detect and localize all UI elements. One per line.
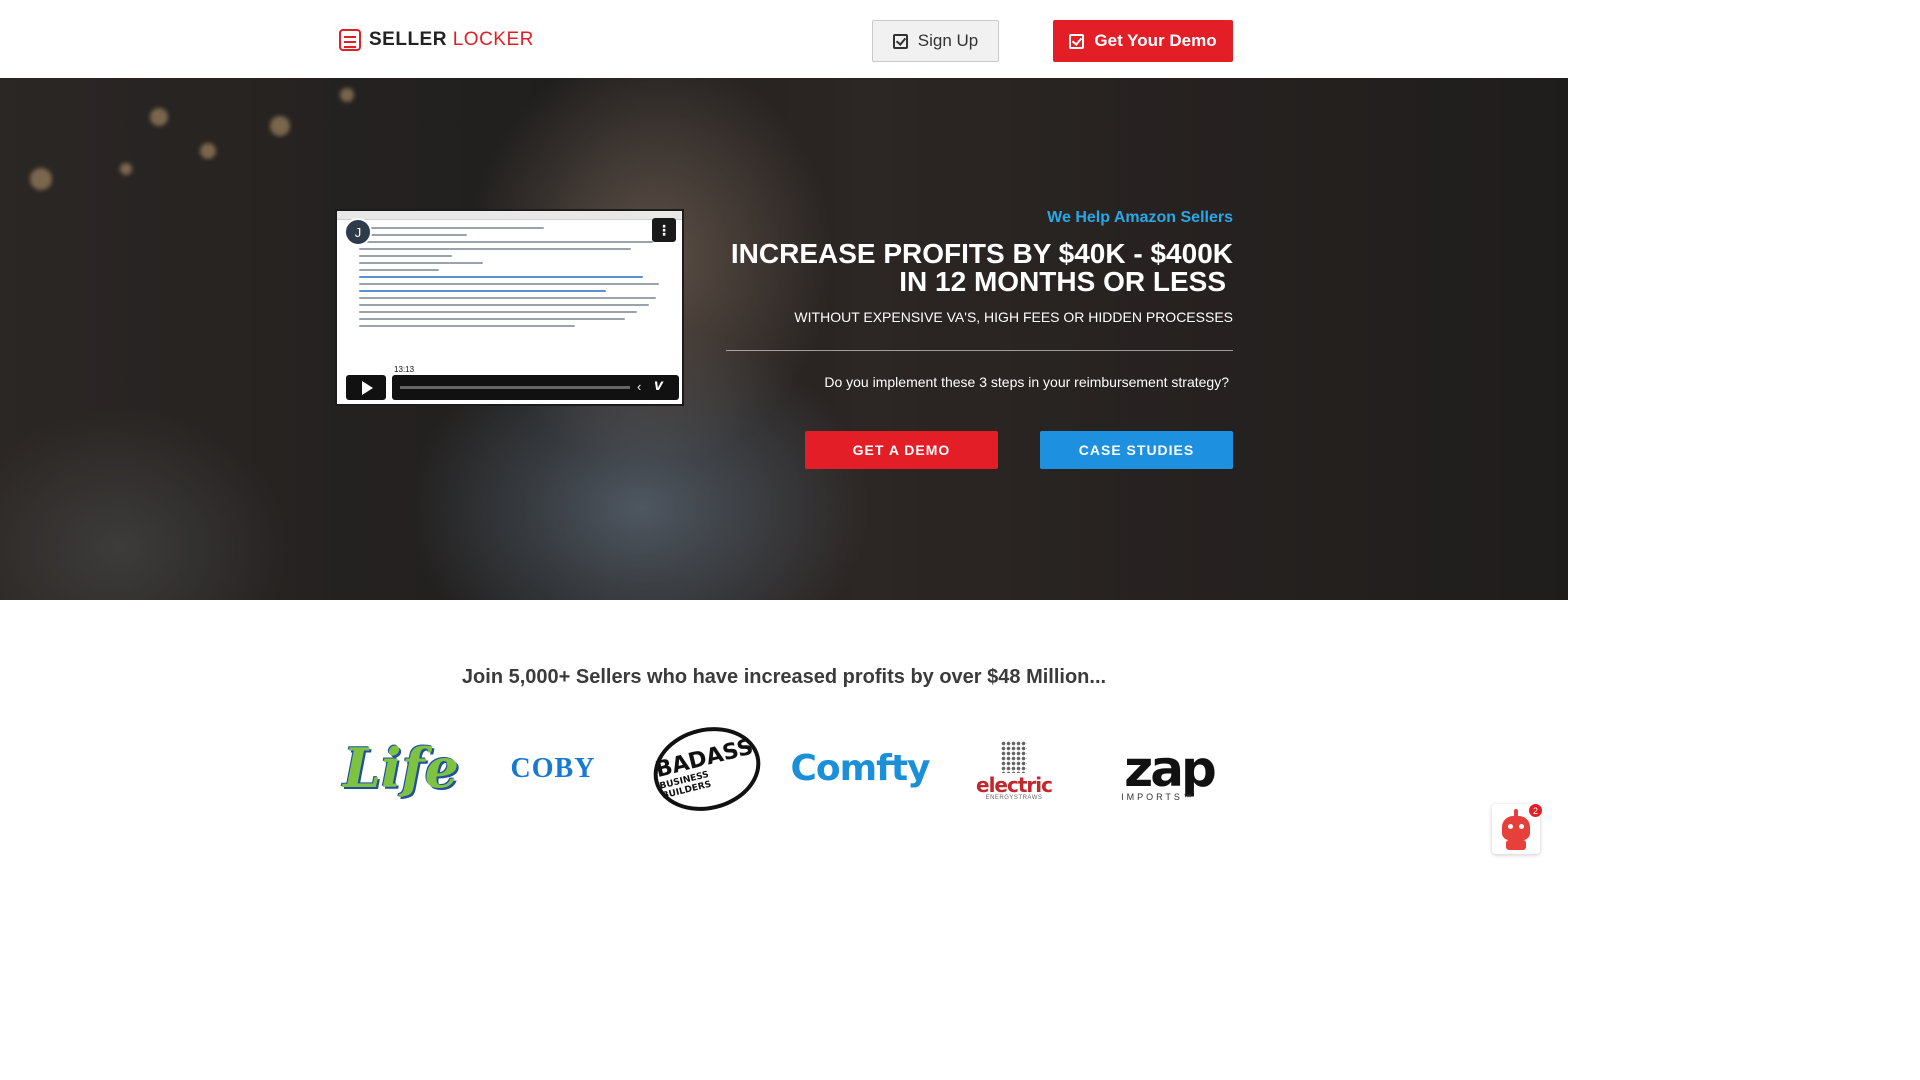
- zap-logo-subtext: IMPORTS™: [1121, 792, 1195, 802]
- video-progress-bar[interactable]: [400, 386, 630, 389]
- seller-locker-logo[interactable]: SELLER LOCKER: [339, 29, 534, 51]
- play-icon[interactable]: [346, 375, 386, 400]
- video-timecode: 13:13: [391, 364, 418, 375]
- zap-logo-text: zap: [1124, 740, 1217, 798]
- video-controls: ‹ v: [392, 375, 679, 400]
- electric-logo-subtext: ENERGYSTRAWS: [985, 795, 1043, 801]
- checkbox-icon: [1069, 33, 1085, 49]
- hero-tagline: We Help Amazon Sellers: [1047, 209, 1233, 226]
- hero-question: Do you implement these 3 steps in your r…: [824, 374, 1229, 390]
- checkbox-icon: [892, 33, 908, 49]
- electric-dot-icon: [1001, 741, 1027, 773]
- electric-logo-text: electric: [976, 773, 1053, 797]
- headline-line-1: INCREASE PROFITS BY $40K - $400K: [730, 238, 1233, 269]
- logo-text-secondary: LOCKER: [452, 29, 534, 50]
- chevron-left-icon[interactable]: ‹: [637, 379, 641, 394]
- social-proof-title: Join 5,000+ Sellers who have increased p…: [461, 666, 1107, 688]
- robot-body-icon: [1506, 840, 1526, 850]
- coby-logo: COBY: [503, 747, 603, 791]
- client-logos: Life COBY BADASS BUSINESS BUILDERS Comft…: [343, 716, 1225, 822]
- hero-headline: INCREASE PROFITS BY $40K - $400K IN 12 M…: [713, 240, 1233, 296]
- zap-imports-logo: zap IMPORTS™: [1113, 743, 1225, 805]
- coby-logo-text: COBY: [510, 753, 596, 784]
- video-browser-bar: [337, 211, 682, 220]
- sign-up-button[interactable]: Sign Up: [872, 20, 999, 62]
- chat-notification-badge: 2: [1528, 803, 1543, 818]
- robot-head-icon: [1502, 816, 1530, 840]
- video-document-content: [359, 227, 668, 332]
- logo-text-primary: SELLER: [369, 29, 447, 50]
- get-your-demo-button[interactable]: Get Your Demo: [1053, 20, 1233, 62]
- badass-business-builders-logo: BADASS BUSINESS BUILDERS: [644, 716, 770, 822]
- hero-section: J ⋮ 13:13 ‹ v We Help Amazon Sellers INC…: [0, 78, 1568, 600]
- vimeo-logo-icon[interactable]: v: [654, 377, 663, 395]
- hero-subhead: WITHOUT EXPENSIVE VA'S, HIGH FEES OR HID…: [794, 309, 1233, 325]
- comfty-logo: Comfty: [791, 745, 931, 791]
- site-header: SELLER LOCKER Sign Up Get Your Demo: [0, 0, 1568, 78]
- hero-divider: [726, 350, 1233, 351]
- life-logo: Life: [343, 733, 459, 803]
- sign-up-label: Sign Up: [917, 31, 979, 50]
- more-options-icon[interactable]: ⋮: [652, 218, 676, 242]
- video-avatar[interactable]: J: [344, 218, 372, 246]
- electric-logo: electric ENERGYSTRAWS: [967, 731, 1061, 811]
- get-a-demo-button[interactable]: GET A DEMO: [805, 431, 998, 469]
- hero-overlay: [0, 78, 1568, 600]
- comfty-logo-text: Comfty: [790, 747, 931, 789]
- video-player[interactable]: J ⋮ 13:13 ‹ v: [335, 209, 684, 406]
- locker-icon: [339, 29, 361, 51]
- get-your-demo-label: Get Your Demo: [1094, 31, 1217, 50]
- headline-line-2: IN 12 MONTHS OR LESS: [899, 266, 1226, 297]
- life-logo-text: Life: [342, 736, 460, 800]
- case-studies-button[interactable]: CASE STUDIES: [1040, 431, 1233, 469]
